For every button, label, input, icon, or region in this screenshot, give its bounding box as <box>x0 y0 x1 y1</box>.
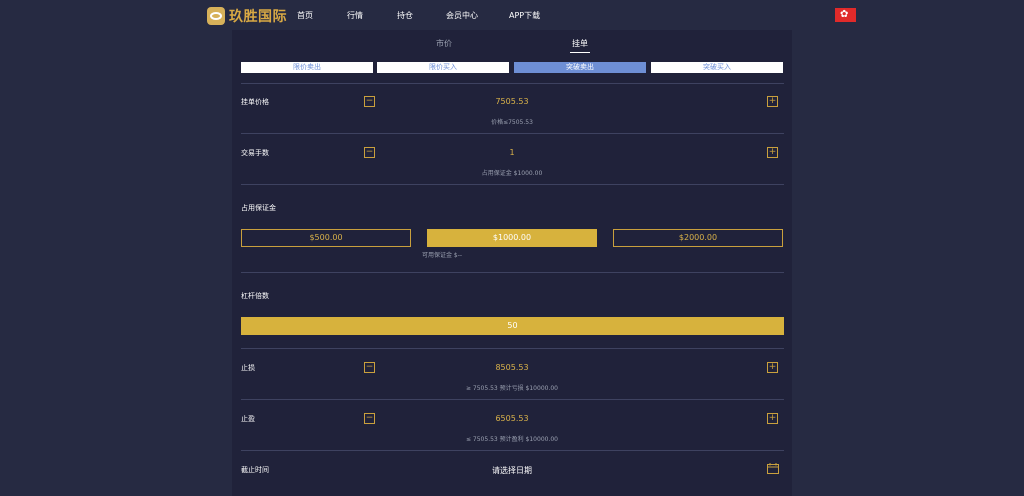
quantity-value[interactable]: 1 <box>232 148 792 157</box>
divider <box>241 399 784 400</box>
order-price-increase-button[interactable]: + <box>767 96 778 107</box>
brand-logo[interactable]: 玖胜国际 <box>207 7 287 25</box>
order-mode-tabs: 市价 挂单 <box>232 38 792 58</box>
take-profit-hint: ≤ 7505.53 预计盈利 $10000.00 <box>465 436 558 443</box>
margin-option-2000[interactable]: $2000.00 <box>613 229 783 247</box>
quantity-margin-hint: 占用保证金 $1000.00 <box>481 170 543 177</box>
calendar-icon[interactable] <box>767 463 779 474</box>
stop-loss-increase-button[interactable]: + <box>767 362 778 373</box>
brand-name: 玖胜国际 <box>229 9 287 25</box>
leverage-option[interactable]: 50 <box>241 317 784 335</box>
divider <box>241 184 784 185</box>
main-nav: 首页 行情 持仓 会员中心 APP下载 <box>297 10 540 21</box>
nav-app-download[interactable]: APP下载 <box>509 10 540 21</box>
quantity-increase-button[interactable]: + <box>767 147 778 158</box>
nav-quotes[interactable]: 行情 <box>347 10 397 21</box>
divider <box>241 272 784 273</box>
expiry-date-picker[interactable]: 请选择日期 <box>232 465 792 476</box>
take-profit-increase-button[interactable]: + <box>767 413 778 424</box>
tab-limit-order[interactable]: 挂单 <box>572 38 588 49</box>
active-tab-indicator <box>570 52 590 53</box>
stop-loss-value[interactable]: 8505.53 <box>232 363 792 372</box>
brand-logo-icon <box>207 7 225 25</box>
order-type-breakout-buy[interactable]: 突破买入 <box>651 62 783 73</box>
nav-positions[interactable]: 持仓 <box>397 10 446 21</box>
order-type-limit-buy[interactable]: 限价买入 <box>377 62 509 73</box>
divider <box>241 450 784 451</box>
nav-member-center[interactable]: 会员中心 <box>446 10 509 21</box>
order-type-breakout-sell[interactable]: 突破卖出 <box>514 62 646 73</box>
margin-option-500[interactable]: $500.00 <box>241 229 411 247</box>
take-profit-value[interactable]: 6505.53 <box>232 414 792 423</box>
leverage-label: 杠杆倍数 <box>241 292 269 300</box>
top-navigation-bar: 玖胜国际 首页 行情 持仓 会员中心 APP下载 <box>0 0 1024 30</box>
order-panel: 市价 挂单 限价卖出 限价买入 突破卖出 突破买入 挂单价格 − 7505.53… <box>232 30 792 496</box>
available-margin: 可用保证金 $-- <box>422 252 463 259</box>
divider <box>241 133 784 134</box>
divider <box>241 348 784 349</box>
nav-home[interactable]: 首页 <box>297 10 347 21</box>
order-price-hint: 价格≤7505.53 <box>491 119 533 126</box>
stop-loss-hint: ≥ 7505.53 预计亏损 $10000.00 <box>465 385 558 392</box>
hong-kong-flag-icon[interactable] <box>835 8 856 22</box>
margin-label: 占用保证金 <box>241 204 276 212</box>
order-price-value[interactable]: 7505.53 <box>232 97 792 106</box>
order-type-limit-sell[interactable]: 限价卖出 <box>241 62 373 73</box>
margin-option-1000[interactable]: $1000.00 <box>427 229 597 247</box>
divider <box>241 83 784 84</box>
tab-market-order[interactable]: 市价 <box>436 38 452 49</box>
